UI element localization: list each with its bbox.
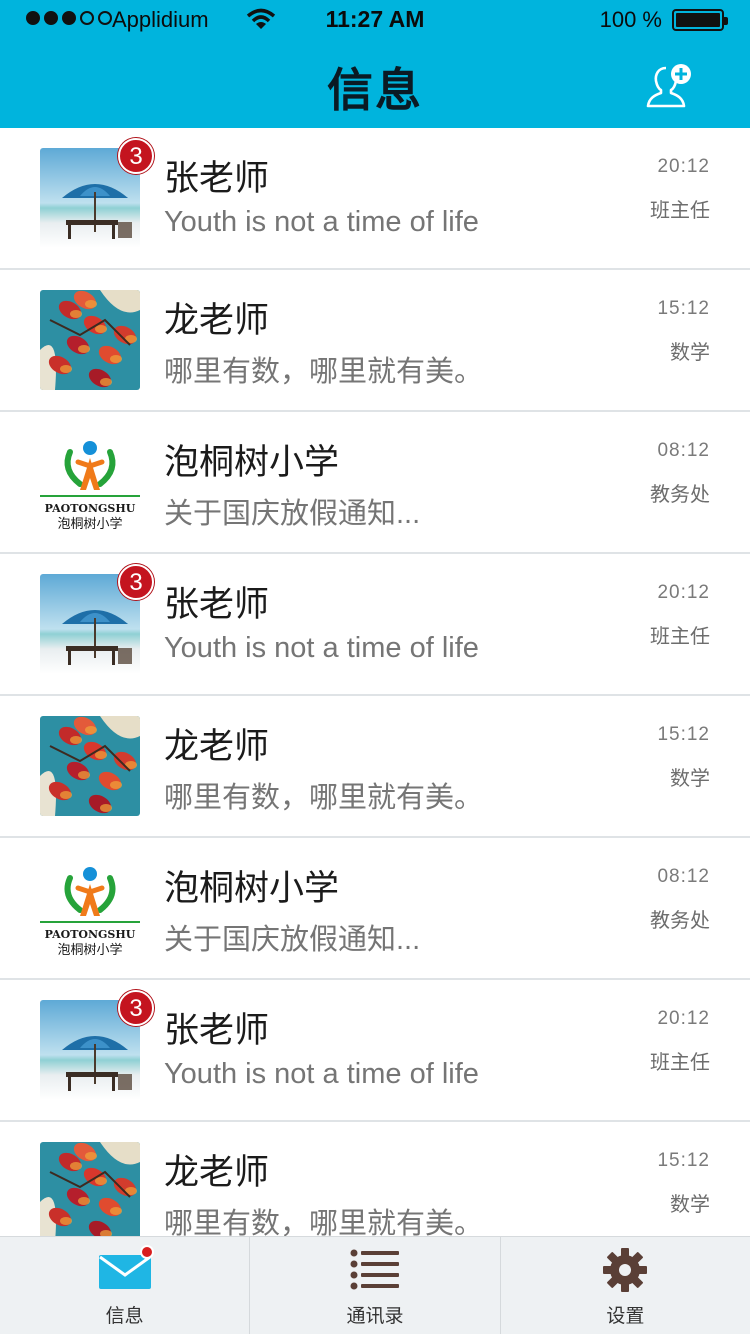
sender-name: 张老师 — [164, 159, 270, 198]
app-header: Applidium 11:27 AM 100 % 信息 — [0, 0, 750, 128]
message-time: 20:12 — [657, 1008, 710, 1029]
tab-contacts-label: 通讯录 — [346, 1306, 404, 1327]
sender-role: 数学 — [670, 342, 710, 364]
page-title: 信息 — [327, 64, 423, 116]
school-logo-text: PAOTONGSHU — [45, 928, 136, 941]
tab-contacts[interactable]: 通讯录 — [250, 1237, 501, 1334]
message-preview: 关于国庆放假通知... — [164, 498, 421, 530]
message-row[interactable]: 3 张老师 Youth is not a time of life 20:12 班主任 — [0, 554, 750, 696]
sender-role: 数学 — [670, 768, 710, 790]
tab-messages[interactable]: 信息 — [0, 1237, 251, 1334]
message-row[interactable]: PAOTONGSHU 泡桐树小学 泡桐树小学 关于国庆放假通知... 08:12 教务处 — [0, 838, 750, 980]
school-logo-cn-text: 泡桐树小学 — [57, 942, 122, 958]
message-time: 20:12 — [657, 156, 710, 177]
sender-role: 教务处 — [650, 484, 710, 506]
message-time: 08:12 — [657, 866, 710, 887]
sender-name: 龙老师 — [164, 1153, 270, 1192]
sender-name: 龙老师 — [164, 727, 270, 766]
message-preview: Youth is not a time of life — [164, 206, 479, 238]
sender-role: 教务处 — [650, 910, 710, 932]
notification-dot — [140, 1245, 154, 1259]
message-row[interactable]: PAOTONGSHU 泡桐树小学 泡桐树小学 关于国庆放假通知... 08:12 教务处 — [0, 412, 750, 554]
tab-settings-label: 设置 — [606, 1306, 645, 1327]
sender-name: 龙老师 — [164, 301, 270, 340]
flowers-photo — [40, 716, 140, 816]
message-preview: 哪里有数，哪里就有美。 — [164, 782, 484, 814]
message-preview: Youth is not a time of life — [164, 632, 479, 664]
sender-name: 泡桐树小学 — [164, 869, 340, 908]
flowers-photo — [40, 1142, 140, 1236]
avatar — [40, 716, 140, 816]
message-preview: Youth is not a time of life — [164, 1058, 479, 1090]
gear-icon — [603, 1248, 648, 1292]
school-logo: PAOTONGSHU泡桐树小学 — [40, 858, 140, 958]
unread-badge: 3 — [118, 990, 154, 1026]
battery-percentage: 100 % — [599, 7, 662, 32]
tab-bar: 信息 通讯录 设置 — [0, 1236, 750, 1334]
message-list: 3 张老师 Youth is not a time of life 20:12 班主任龙… — [0, 128, 750, 1236]
sender-name: 张老师 — [164, 585, 270, 624]
message-time: 08:12 — [657, 440, 710, 461]
sender-role: 班主任 — [650, 626, 710, 648]
message-row[interactable]: 3 张老师 Youth is not a time of life 20:12 班主任 — [0, 128, 750, 270]
message-row[interactable]: 龙老师哪里有数，哪里就有美。 15:12 数学 — [0, 1122, 750, 1236]
unread-badge: 3 — [118, 564, 154, 600]
status-bar: Applidium 11:27 AM 100 % — [0, 0, 750, 40]
school-logo-cn-text: 泡桐树小学 — [57, 516, 122, 532]
message-row[interactable]: 龙老师哪里有数，哪里就有美。 15:12 数学 — [0, 696, 750, 838]
message-preview: 哪里有数，哪里就有美。 — [164, 1208, 484, 1236]
sender-role: 数学 — [670, 1194, 710, 1216]
message-time: 15:12 — [657, 1150, 710, 1171]
tab-messages-label: 信息 — [105, 1306, 144, 1327]
message-row[interactable]: 龙老师哪里有数，哪里就有美。 15:12 数学 — [0, 270, 750, 412]
message-time: 20:12 — [657, 582, 710, 603]
flowers-photo — [40, 290, 140, 390]
unread-badge: 3 — [118, 138, 154, 174]
battery-icon — [672, 9, 728, 31]
add-contact-icon[interactable] — [646, 62, 694, 108]
avatar — [40, 290, 140, 390]
avatar — [40, 1142, 140, 1236]
school-logo: PAOTONGSHU泡桐树小学 — [40, 432, 140, 532]
message-preview: 哪里有数，哪里就有美。 — [164, 356, 484, 388]
sender-name: 张老师 — [164, 1011, 270, 1050]
message-row[interactable]: 3 张老师 Youth is not a time of life 20:12 班主任 — [0, 980, 750, 1122]
message-time: 15:12 — [657, 298, 710, 319]
avatar: PAOTONGSHU 泡桐树小学 — [40, 858, 140, 958]
sender-role: 班主任 — [650, 1052, 710, 1074]
list-icon — [350, 1249, 399, 1290]
message-time: 15:12 — [657, 724, 710, 745]
sender-name: 泡桐树小学 — [164, 443, 340, 482]
tab-settings[interactable]: 设置 — [501, 1237, 750, 1334]
message-preview: 关于国庆放假通知... — [164, 924, 421, 956]
avatar: PAOTONGSHU 泡桐树小学 — [40, 432, 140, 532]
school-logo-text: PAOTONGSHU — [45, 502, 136, 515]
sender-role: 班主任 — [650, 200, 710, 222]
